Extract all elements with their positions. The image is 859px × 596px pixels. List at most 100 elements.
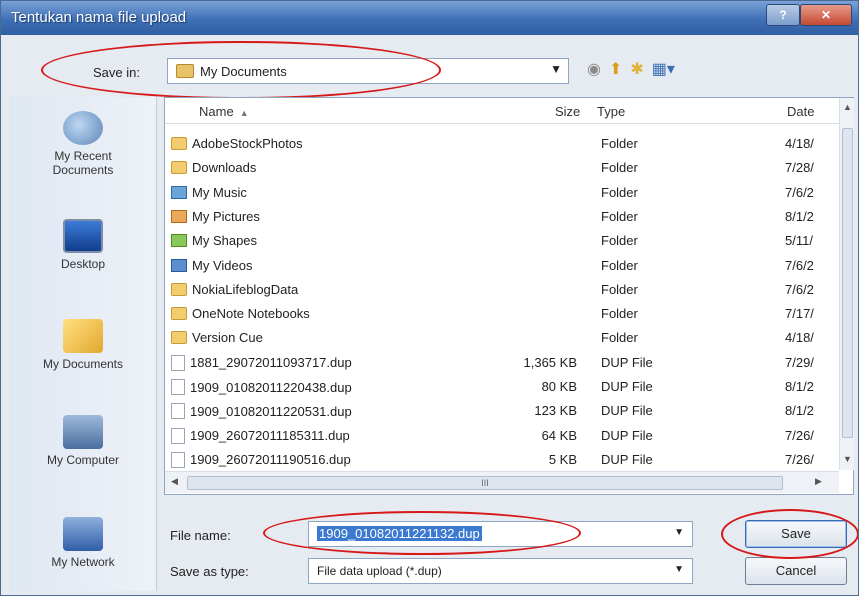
new-folder-icon[interactable]: ✱ [630,59,643,79]
file-name-cell: My Pictures [171,209,260,224]
file-name-cell: 1909_01082011220531.dup [171,403,352,420]
file-type-cell: DUP File [601,354,653,370]
folder-icon [171,282,187,296]
file-row[interactable]: NokiaLifeblogData Folder 7/6/2 [165,278,835,302]
annotation-ring-file-name [263,511,581,555]
file-row[interactable]: My Videos Folder 7/6/2 [165,254,835,278]
file-type-cell: DUP File [601,427,653,443]
views-menu-icon[interactable]: ▦▾ [652,59,675,79]
places-bar: My Recent Documents Desktop My Documents… [9,97,157,591]
scroll-down-icon[interactable]: ▼ [843,454,852,464]
file-row[interactable]: 1909_26072011185311.dup 64 KB DUP File 7/26… [165,424,835,448]
file-name-cell: Version Cue [171,330,263,345]
file-row[interactable]: OneNote Notebooks Folder 7/17/ [165,302,835,326]
file-size-cell: 1,365 KB [523,354,578,370]
file-row[interactable]: My Pictures Folder 8/1/2 [165,205,835,229]
scroll-right-icon[interactable]: ▶ [815,476,822,487]
file-icon [171,451,185,468]
place-label: My Network [51,555,115,569]
file-date-cell: 7/6/2 [785,257,814,273]
file-name-cell: My Music [171,185,247,200]
my-documents-icon [63,319,103,353]
place-label: Documents [52,163,114,177]
cancel-button[interactable]: Cancel [745,557,847,585]
file-size-cell: 80 KB [541,379,577,394]
file-icon [171,354,185,371]
my-computer-icon [63,415,103,449]
place-my-documents[interactable]: My Documents [9,309,157,371]
file-row[interactable]: 1881_29072011093717.dup 1,365 KB DUP File 7… [165,351,835,375]
column-header-size[interactable]: Size [555,104,580,119]
column-header-date[interactable]: Date [787,104,814,119]
place-recent-documents[interactable]: My Recent Documents [9,111,157,177]
file-date-cell: 8/1/2 [785,379,814,394]
place-label: Desktop [60,257,106,271]
save-as-type-select[interactable]: File data upload (*.dup) ▼ [308,558,693,584]
scroll-left-icon[interactable]: ◀ [171,476,178,487]
file-name-cell: Downloads [171,160,256,175]
column-header-name[interactable]: Name ▲ [199,104,249,119]
file-row[interactable]: 1909_01082011220531.dup 123 KB DUP File 8/1… [165,399,835,423]
file-list[interactable]: Name ▲ Size Type Date AdobeStockPhotos Fol… [164,97,854,495]
file-size-cell: 123 KB [534,403,577,419]
place-my-network[interactable]: My Network [9,517,157,569]
file-row[interactable]: Version Cue Folder 4/18/ [165,326,835,350]
pictures-icon [171,209,187,223]
file-name-cell: My Shapes [171,233,257,248]
place-label: My Documents [42,357,124,371]
folder-icon [171,307,187,321]
chevron-down-icon[interactable]: ▼ [674,564,684,575]
videos-icon [171,258,187,272]
close-button[interactable]: ✕ [800,4,852,26]
help-button[interactable]: ? [766,4,800,26]
file-row[interactable]: My Shapes Folder 5/11/ [165,229,835,253]
place-my-computer[interactable]: My Computer [9,415,157,467]
file-date-cell: 7/26/ [785,451,814,467]
file-row[interactable]: Downloads Folder 7/28/ [165,156,835,180]
annotation-ring-save-button [721,509,858,559]
recent-documents-icon [63,111,103,145]
file-type-cell: Folder [601,281,638,297]
vertical-scroll-thumb[interactable] [842,128,853,438]
place-desktop[interactable]: Desktop [9,219,157,271]
horizontal-scroll-thumb[interactable]: III [187,476,783,490]
file-type-cell: Folder [601,330,638,346]
back-icon[interactable]: ◉ [587,59,601,79]
file-date-cell: 8/1/2 [785,403,814,419]
file-date-cell: 5/11/ [785,233,813,249]
file-row[interactable]: AdobeStockPhotos Folder 4/18/ [165,132,835,156]
toolbar: ◉ ⬆ ✱ ▦▾ [587,59,675,79]
music-icon [171,185,187,199]
scroll-up-icon[interactable]: ▲ [843,102,852,112]
folder-icon [171,137,187,150]
save-as-type-label: Save as type: [170,564,249,579]
save-as-type-value: File data upload (*.dup) [317,564,442,578]
vertical-scrollbar[interactable]: ▲ ▼ [839,98,854,470]
file-size-cell: 64 KB [541,427,577,443]
place-label: My Recent [54,149,112,163]
file-row[interactable]: 1909_01082011220438.dup 80 KB DUP File 8/1/… [165,375,835,399]
chevron-down-icon[interactable]: ▼ [674,527,684,538]
horizontal-scrollbar[interactable]: ◀ III ▶ [165,471,839,493]
file-icon [171,379,185,395]
window-title: Tentukan nama file upload [11,9,187,26]
file-date-cell: 7/6/2 [785,184,814,200]
file-row[interactable]: My Music Folder 7/6/2 [165,181,835,205]
file-size-cell: 5 KB [548,451,577,467]
chevron-down-icon[interactable]: ▼ [550,62,562,76]
file-name-cell: AdobeStockPhotos [171,136,303,151]
file-date-cell: 7/26/ [785,427,814,443]
file-name-cell: OneNote Notebooks [171,306,310,321]
up-folder-icon[interactable]: ⬆ [609,59,622,79]
sort-ascending-icon: ▲ [239,108,249,118]
file-row[interactable]: 1909_26072011190516.dup 5 KB DUP File 7/26/ [165,448,835,472]
column-header-type[interactable]: Type [597,104,625,119]
file-name-cell: 1909_01082011220438.dup [171,379,352,395]
file-date-cell: 4/18/ [785,136,814,151]
save-dialog: Tentukan nama file upload ? ✕ Save in: M… [0,0,859,596]
file-icon [171,403,185,420]
folder-icon [171,161,187,175]
file-date-cell: 4/18/ [785,330,814,346]
column-headers: Name ▲ Size Type Date [165,98,845,124]
file-type-cell: Folder [601,306,638,322]
